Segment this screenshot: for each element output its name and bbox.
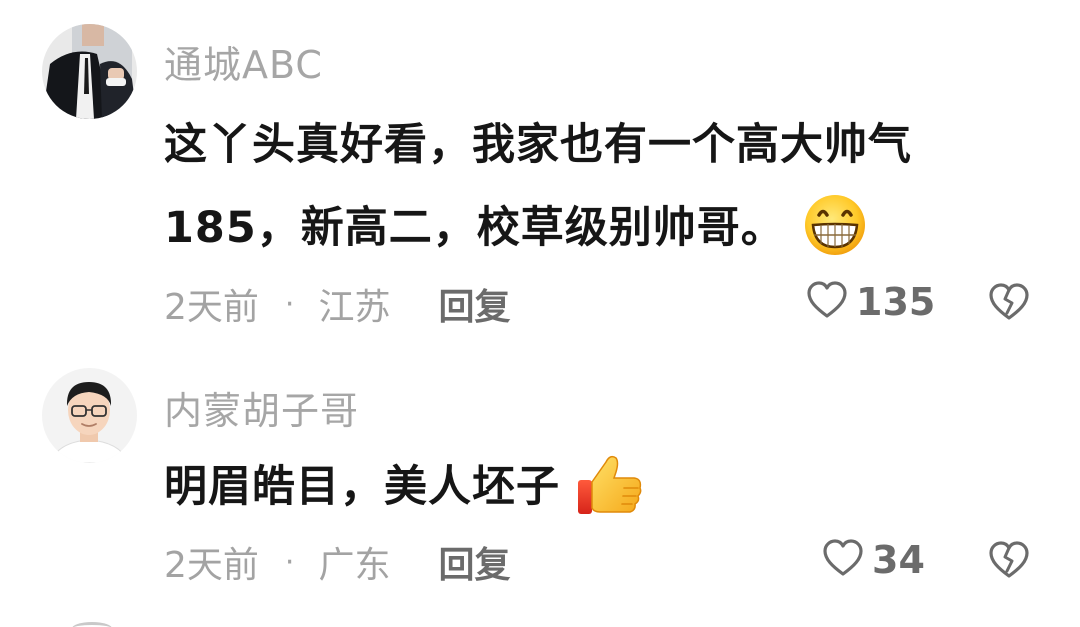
like-button[interactable]: 135	[806, 280, 935, 324]
comment-text-line: 185，新高二，校草级别帅哥。	[164, 193, 869, 268]
comment-text-line: 这丫头真好看，我家也有一个高大帅气	[164, 120, 912, 170]
thumbs-up-icon	[576, 450, 646, 529]
comment-item: 通城ABC 这丫头真好看，我家也有一个高大帅气 185，新高二，校草级别帅哥。	[0, 0, 1080, 340]
comment-username[interactable]: 内蒙胡子哥	[164, 380, 359, 435]
like-count: 34	[872, 538, 925, 582]
comment-meta: 2天前 · 江苏 回复	[164, 278, 510, 330]
dislike-button[interactable]	[988, 282, 1030, 322]
heart-icon	[806, 280, 848, 324]
meta-separator: ·	[284, 286, 295, 322]
like-count: 135	[856, 280, 936, 324]
comment-location: 江苏	[318, 287, 391, 328]
dislike-button[interactable]	[988, 540, 1030, 580]
comment-text: 185，新高二，校草级别帅哥。	[164, 203, 785, 253]
reply-button[interactable]: 回复	[438, 278, 510, 330]
meta-separator: ·	[284, 544, 295, 580]
comment-location: 广东	[318, 545, 391, 586]
comment-username[interactable]: 通城ABC	[164, 34, 323, 89]
comment-time: 2天前	[164, 545, 259, 586]
avatar[interactable]	[42, 368, 137, 463]
broken-heart-icon	[988, 541, 1030, 584]
avatar[interactable]	[42, 24, 137, 119]
avatar-image	[42, 24, 137, 119]
reply-button[interactable]: 回复	[438, 536, 510, 588]
comment-time: 2天前	[164, 287, 259, 328]
comment-text-line: 明眉皓目，美人坯子	[164, 450, 646, 529]
comment-meta: 2天前 · 广东 回复	[164, 536, 510, 588]
grinning-face-icon	[801, 193, 869, 268]
comment-item: 内蒙胡子哥 明眉皓目，美人坯子 2天前 · 广东 回复 34	[0, 340, 1080, 627]
avatar-image	[42, 368, 137, 463]
heart-icon	[822, 538, 864, 582]
broken-heart-icon	[988, 283, 1030, 326]
comment-text: 明眉皓目，美人坯子	[164, 462, 560, 512]
like-button[interactable]: 34	[822, 538, 925, 582]
comments-page: 通城ABC 这丫头真好看，我家也有一个高大帅气 185，新高二，校草级别帅哥。	[0, 0, 1080, 627]
